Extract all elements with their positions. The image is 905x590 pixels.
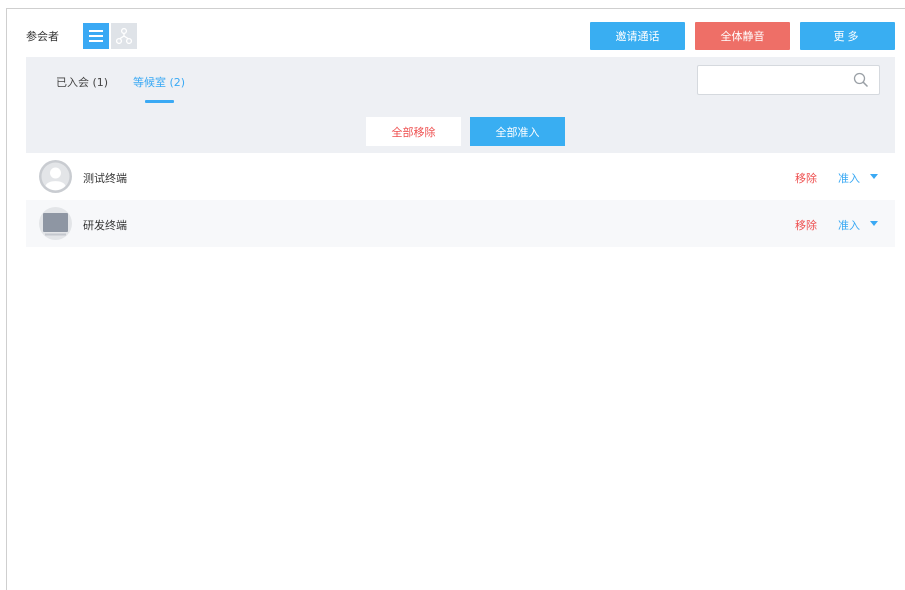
tab-waiting-room[interactable]: 等候室 (2) bbox=[133, 74, 185, 90]
admit-all-button[interactable]: 全部准入 bbox=[470, 117, 565, 146]
chevron-down-icon[interactable] bbox=[870, 174, 878, 180]
user-avatar-icon bbox=[39, 160, 72, 193]
topology-icon bbox=[116, 28, 132, 44]
participant-name: 研发终端 bbox=[83, 219, 127, 232]
tab-bar: 已入会 (1) 等候室 (2) bbox=[26, 57, 895, 105]
topology-view-button[interactable] bbox=[111, 23, 137, 49]
invite-call-button[interactable]: 邀请通话 bbox=[590, 22, 685, 50]
remove-button[interactable]: 移除 bbox=[795, 217, 817, 233]
mute-all-button[interactable]: 全体静音 bbox=[695, 22, 790, 50]
remove-all-button[interactable]: 全部移除 bbox=[366, 117, 461, 146]
panel-header: 参会者 邀请通话 全体静音 更多 bbox=[7, 9, 905, 57]
tab-joined[interactable]: 已入会 (1) bbox=[56, 74, 108, 90]
search-input[interactable] bbox=[697, 65, 880, 95]
chevron-down-icon[interactable] bbox=[870, 221, 878, 227]
list-item: 测试终端 移除 准入 bbox=[26, 153, 895, 200]
bulk-action-bar: 全部移除 全部准入 bbox=[26, 105, 895, 153]
participants-panel: 参会者 邀请通话 全体静音 更多 已入会 (1) 等候室 (2) 全部移除 全部… bbox=[6, 8, 905, 590]
more-button[interactable]: 更多 bbox=[800, 22, 895, 50]
active-tab-indicator bbox=[145, 100, 174, 103]
panel-title: 参会者 bbox=[26, 30, 59, 43]
participant-name: 测试终端 bbox=[83, 172, 127, 185]
admit-button[interactable]: 准入 bbox=[838, 217, 860, 233]
list-icon bbox=[89, 30, 103, 42]
search-icon[interactable] bbox=[853, 72, 869, 88]
list-view-button[interactable] bbox=[83, 23, 109, 49]
admit-button[interactable]: 准入 bbox=[838, 170, 860, 186]
device-avatar-icon bbox=[39, 207, 72, 240]
remove-button[interactable]: 移除 bbox=[795, 170, 817, 186]
list-item: 研发终端 移除 准入 bbox=[26, 200, 895, 247]
